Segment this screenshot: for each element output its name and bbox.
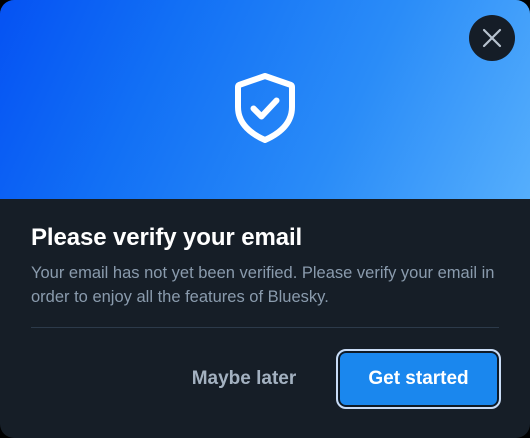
dialog-description: Your email has not yet been verified. Pl… xyxy=(31,264,495,306)
maybe-later-button[interactable]: Maybe later xyxy=(172,352,316,406)
get-started-button[interactable]: Get started xyxy=(336,349,501,409)
close-icon xyxy=(482,28,502,48)
dialog-hero-banner xyxy=(0,0,530,199)
divider xyxy=(31,327,499,328)
dialog-title: Please verify your email xyxy=(31,224,303,251)
shield-check-icon xyxy=(235,73,295,143)
close-button[interactable] xyxy=(469,15,515,61)
verify-email-dialog: Please verify your email Your email has … xyxy=(0,0,530,438)
